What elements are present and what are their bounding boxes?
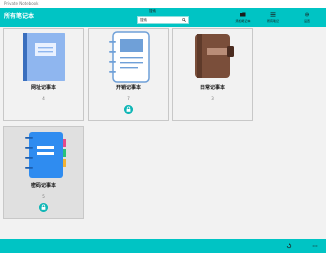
- notebook-name: 日常记事本: [199, 85, 225, 91]
- search-label: 搜索: [149, 9, 156, 13]
- header-bar: 所有笔记本 搜索 添加笔记本 所有笔记 设置: [0, 8, 326, 27]
- sync-icon[interactable]: [286, 243, 292, 249]
- bottom-app-bar: [0, 239, 326, 253]
- lock-icon: [124, 105, 133, 114]
- notebook-note-count: 4: [42, 96, 45, 101]
- notebook-note-count: 5: [42, 194, 45, 199]
- notebook-name: 网址记事本: [30, 85, 56, 91]
- leather-journal-icon: [195, 34, 234, 78]
- settings-label: 设置: [303, 19, 310, 23]
- notebook-card[interactable]: 网址记事本 4: [3, 28, 84, 121]
- notebook-card[interactable]: 开销记事本 7: [88, 28, 169, 121]
- page-title: 所有笔记本: [4, 13, 35, 20]
- notebook-note-count: 3: [211, 96, 214, 101]
- spiral-notepad-icon: [109, 31, 150, 83]
- lock-icon: [39, 203, 48, 212]
- notebook-name: 密码记事本: [30, 183, 56, 189]
- add-notebook-button[interactable]: 添加笔记本: [231, 11, 255, 25]
- notebook-card[interactable]: 日常记事本 3: [172, 28, 253, 121]
- folder-plus-icon: [240, 12, 246, 17]
- window-titlebar: Private Notebook: [0, 0, 326, 8]
- search-box[interactable]: [137, 16, 189, 24]
- list-icon: [270, 12, 276, 17]
- all-notes-label: 所有笔记: [266, 19, 279, 23]
- add-notebook-label: 添加笔记本: [235, 19, 251, 23]
- search-input[interactable]: [140, 17, 180, 23]
- window-title: Private Notebook: [4, 1, 39, 6]
- settings-button[interactable]: 设置: [295, 11, 319, 25]
- blue-book-icon: [23, 33, 65, 81]
- notebook-note-count: 7: [127, 96, 130, 101]
- search-icon[interactable]: [182, 18, 186, 22]
- notebook-card[interactable]: 密码记事本 5: [3, 126, 84, 219]
- tabbed-notebook-icon: [25, 132, 66, 178]
- all-notes-button[interactable]: 所有笔记: [261, 11, 285, 25]
- notebook-name: 开销记事本: [115, 85, 141, 91]
- more-icon[interactable]: [312, 243, 318, 249]
- gear-icon: [304, 12, 310, 17]
